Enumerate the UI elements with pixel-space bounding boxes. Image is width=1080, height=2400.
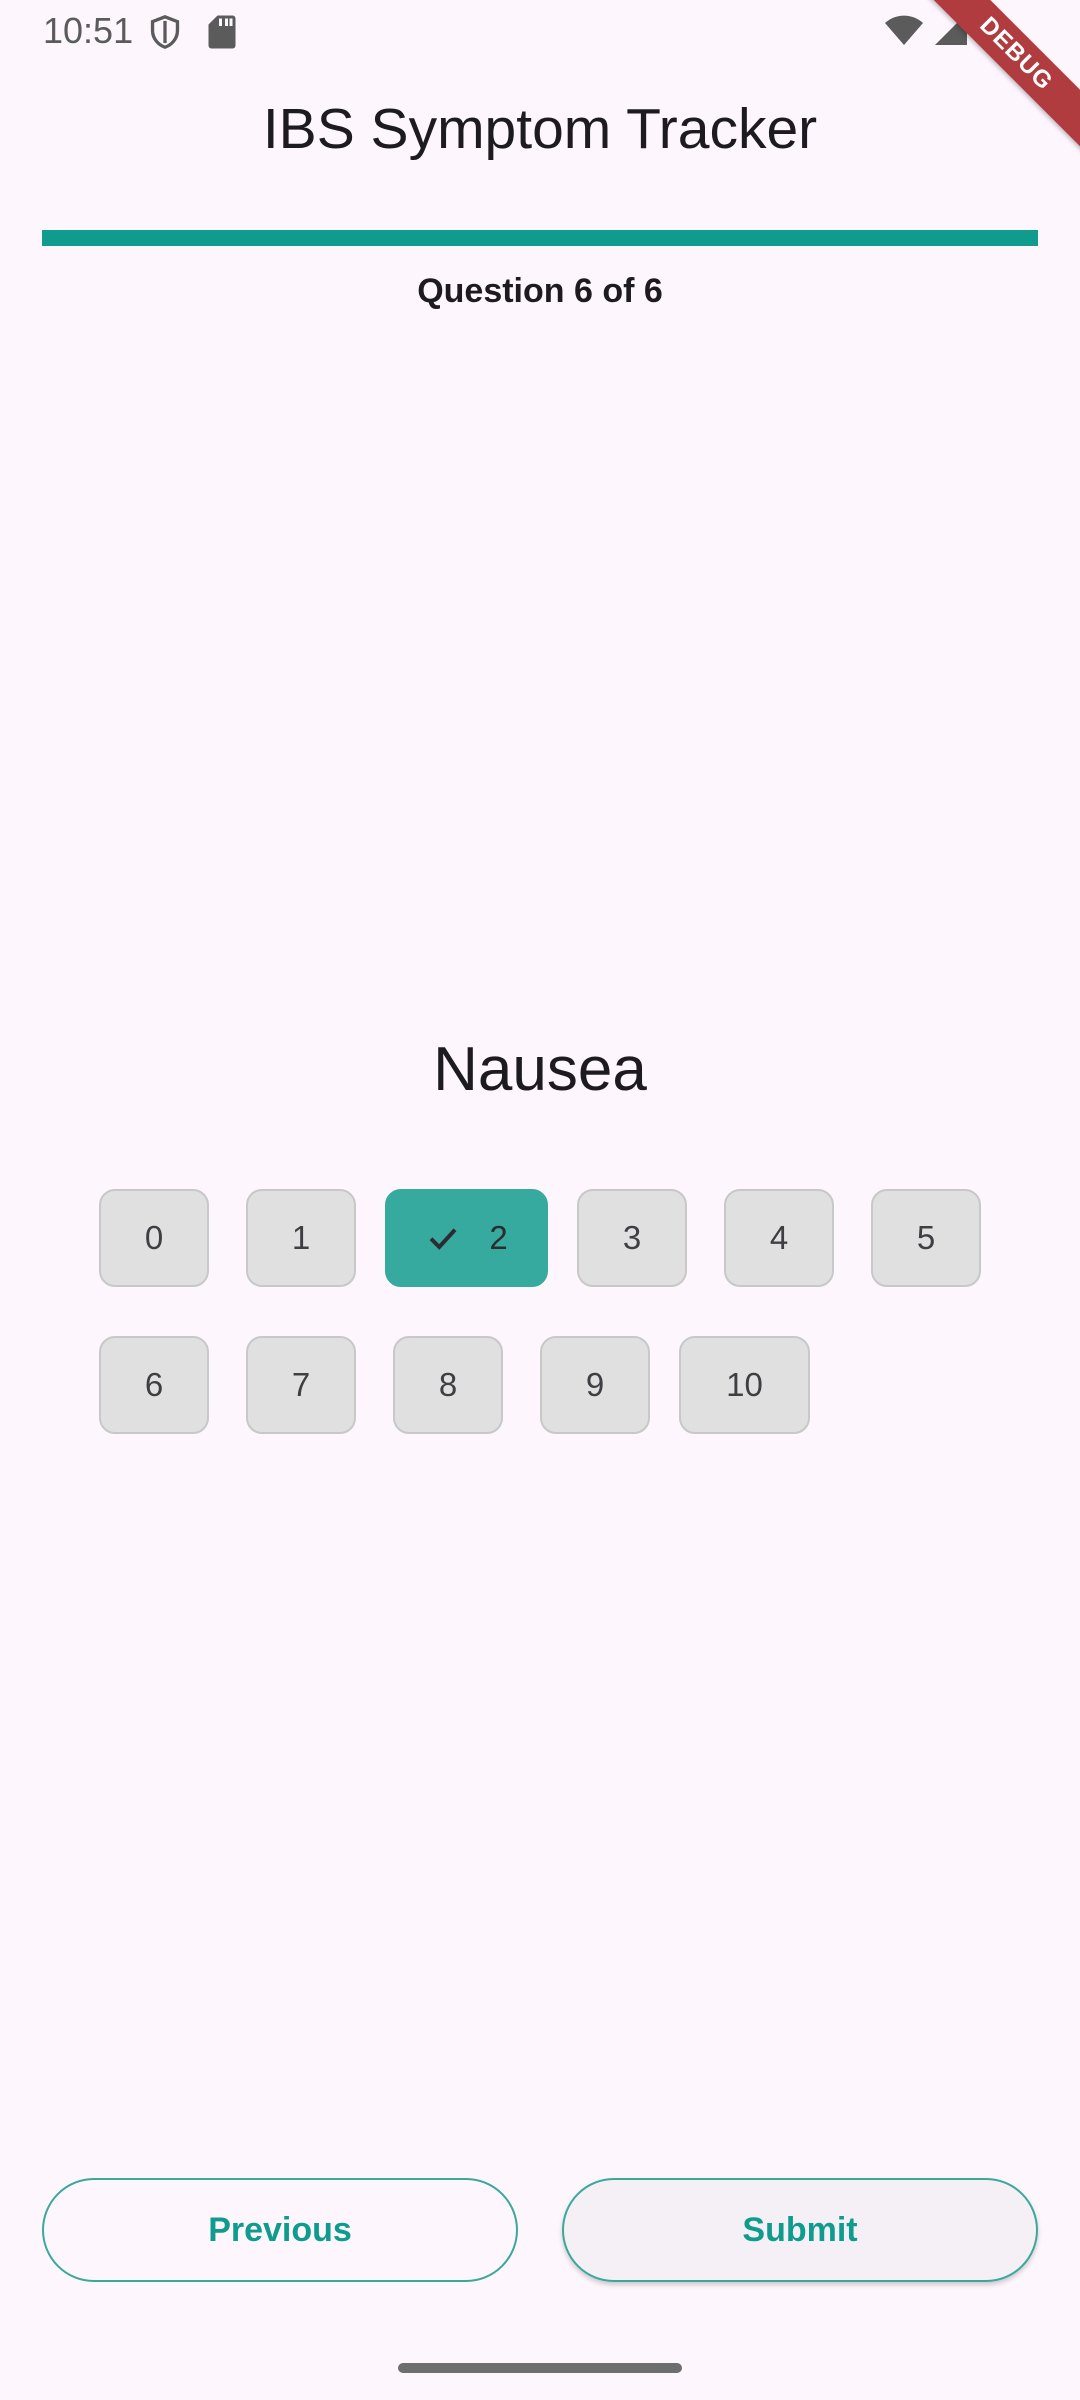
rating-chip-1[interactable]: 1 bbox=[246, 1189, 356, 1287]
rating-chip-label: 8 bbox=[438, 1366, 458, 1403]
status-bar: 10:51 bbox=[0, 0, 1080, 62]
rating-chip-10[interactable]: 10 bbox=[679, 1336, 810, 1434]
rating-chip-5[interactable]: 5 bbox=[871, 1189, 981, 1287]
progress-bar-fill bbox=[42, 230, 1038, 246]
submit-button[interactable]: Submit bbox=[562, 2178, 1038, 2282]
rating-chip-6[interactable]: 6 bbox=[99, 1336, 209, 1434]
check-icon bbox=[429, 1228, 457, 1250]
rating-chip-label: 4 bbox=[769, 1219, 789, 1256]
rating-chip-label: 9 bbox=[585, 1366, 605, 1403]
previous-button[interactable]: Previous bbox=[42, 2178, 518, 2282]
status-time: 10:51 bbox=[43, 10, 134, 51]
rating-chip-4[interactable]: 4 bbox=[724, 1189, 834, 1287]
shield-icon bbox=[150, 14, 180, 49]
rating-chip-0[interactable]: 0 bbox=[99, 1189, 209, 1287]
rating-chip-label: 6 bbox=[144, 1366, 164, 1403]
app-bar-title: IBS Symptom Tracker bbox=[262, 97, 818, 161]
rating-chip-8[interactable]: 8 bbox=[393, 1336, 503, 1434]
rating-chip-label: 7 bbox=[291, 1366, 311, 1403]
rating-chip-9[interactable]: 9 bbox=[540, 1336, 650, 1434]
question-title: Nausea bbox=[433, 1035, 647, 1104]
rating-chip-label: 0 bbox=[144, 1219, 164, 1256]
rating-chip-label: 5 bbox=[916, 1219, 936, 1256]
rating-chip-7[interactable]: 7 bbox=[246, 1336, 356, 1434]
rating-chip-label: 3 bbox=[622, 1219, 642, 1256]
screen: 10:51 DEBUG IBS Symptom Tracker Question… bbox=[0, 0, 1080, 2400]
rating-chip-3[interactable]: 3 bbox=[577, 1189, 687, 1287]
rating-chip-label: 10 bbox=[726, 1366, 763, 1403]
progress-bar bbox=[42, 230, 1038, 246]
wifi-icon bbox=[885, 15, 923, 45]
rating-chip-2-selected[interactable]: 2 bbox=[385, 1189, 548, 1287]
home-indicator[interactable] bbox=[398, 2363, 682, 2373]
question-counter: Question 6 of 6 bbox=[417, 272, 663, 310]
sd-card-icon bbox=[208, 15, 236, 49]
rating-chip-label: 1 bbox=[291, 1219, 311, 1256]
rating-chip-label: 2 bbox=[489, 1219, 508, 1256]
